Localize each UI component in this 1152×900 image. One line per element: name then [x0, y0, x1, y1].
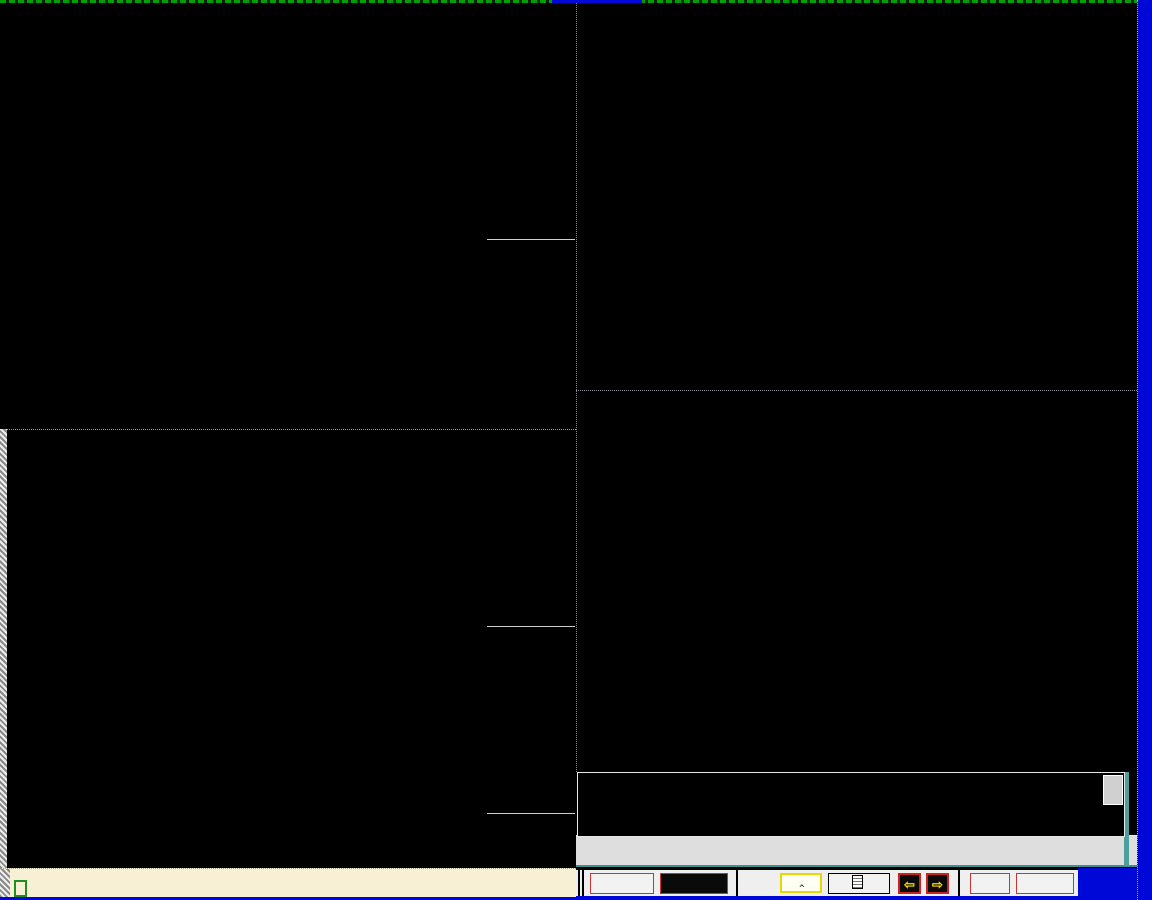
ir-colorbar [487, 30, 576, 238]
arrow-left-icon: ⇦ [904, 877, 915, 892]
xsec-maxdz-plot [577, 30, 1067, 333]
terminal-cursor [14, 880, 27, 897]
xsec-maxdz-colorbar [1046, 33, 1137, 333]
colorbar-divider [487, 813, 575, 814]
data-availability-window [577, 772, 1125, 837]
maxdz-ppi-window [0, 429, 576, 868]
xsec-maxdz-window [576, 3, 1137, 390]
xsec-maxdz-toolbar [583, 333, 843, 387]
radar-window-toolbar [2, 820, 380, 868]
xsec-velocity-toolbar [583, 717, 843, 771]
step-forward-button[interactable]: ⇨ [926, 873, 949, 894]
time-control-bar: ^ ⇦ ⇨ [576, 868, 1078, 896]
step-back-button[interactable]: ⇦ [898, 873, 921, 894]
satellite-image [48, 30, 487, 355]
separator [736, 870, 738, 896]
help-button[interactable] [970, 873, 1010, 894]
separator [958, 870, 960, 896]
xsec-velocity-window [576, 390, 1137, 772]
page-icon [852, 875, 863, 889]
status-scrollbar-thumb[interactable] [1103, 775, 1123, 805]
separator [582, 870, 584, 896]
hours-step-button[interactable] [828, 873, 890, 894]
set-time-button[interactable] [660, 873, 728, 894]
maxdz-colorbar-2 [487, 634, 576, 794]
terminal-scrollbar[interactable] [0, 869, 10, 897]
maxdz-colorbar-overlay [487, 245, 576, 375]
arrow-right-icon: ⇨ [932, 877, 943, 892]
separator [578, 870, 580, 896]
zebra-display-screen: ^ ⇦ ⇨ [0, 0, 1152, 900]
skip-value-input[interactable]: ^ [780, 873, 822, 893]
window-frame-line [576, 865, 1137, 867]
xsec-velocity-colorbar [1044, 419, 1137, 719]
desktop-corner [1078, 868, 1137, 896]
caret-icon: ^ [799, 884, 804, 894]
xsec-velocity-plot [577, 418, 1067, 721]
radar-ppi-display [0, 455, 487, 816]
message-window [576, 835, 1137, 867]
ir-window-toolbar [4, 375, 474, 427]
colorbar-divider [487, 239, 575, 240]
maxdz-colorbar-1 [487, 460, 576, 620]
dismiss-button[interactable] [1016, 873, 1074, 894]
colorbar-divider [487, 626, 575, 627]
real-time-button[interactable] [590, 873, 654, 894]
xterm-window[interactable] [0, 868, 576, 897]
left-scrollbar-strip[interactable] [0, 429, 7, 868]
right-edge-stripe [1137, 0, 1152, 900]
ir-plot-window [0, 3, 576, 429]
